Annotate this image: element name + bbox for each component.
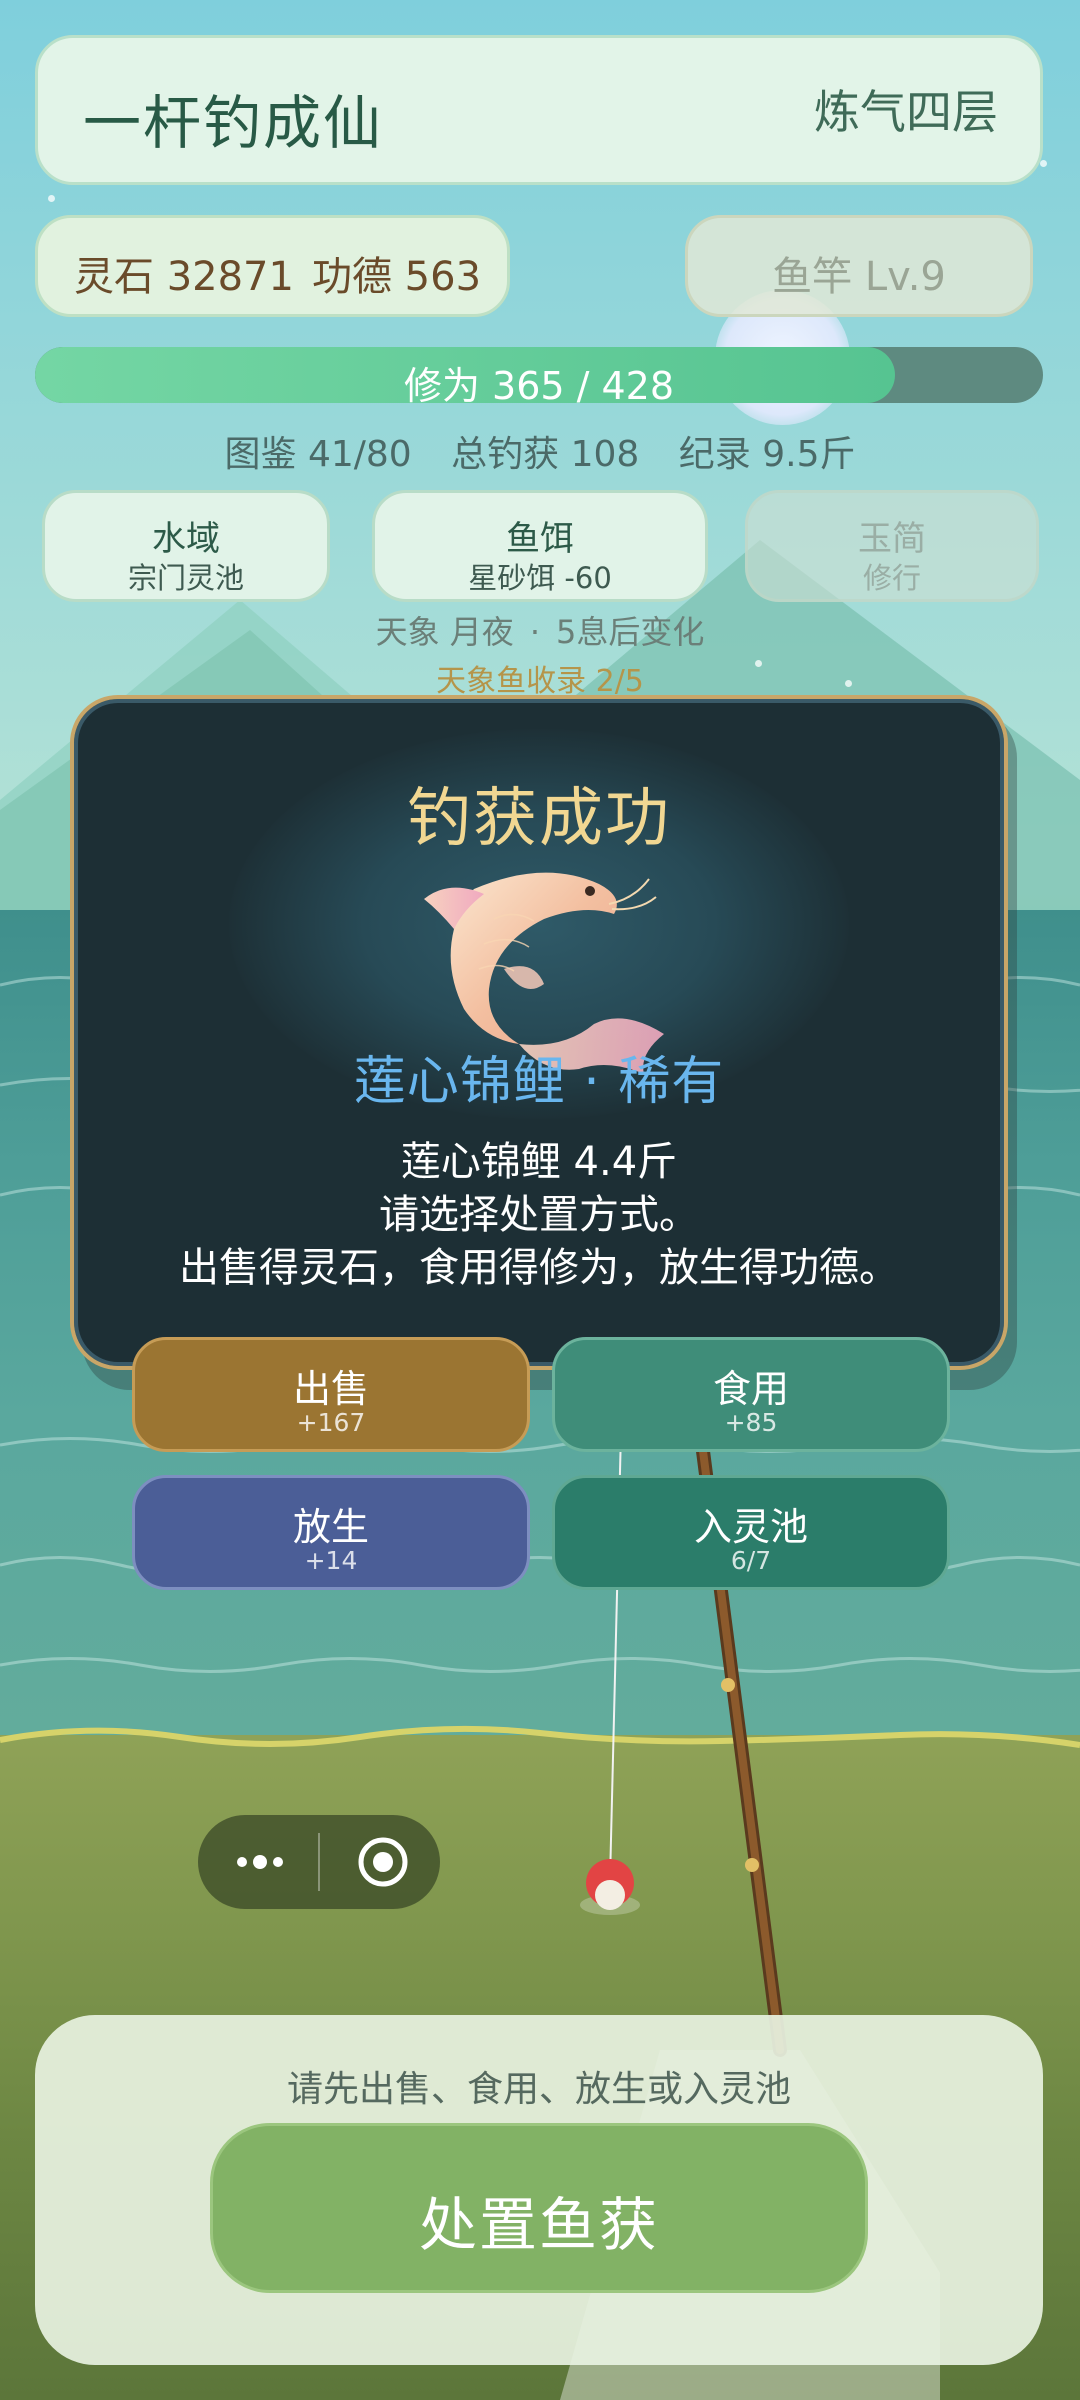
- release-button[interactable]: 放生 +14: [132, 1475, 530, 1590]
- weather-countdown: 5息后变化: [555, 613, 705, 651]
- action-hint: 请先出售、食用、放生或入灵池: [286, 2069, 791, 2110]
- rod-level-label: 鱼竿 Lv.9: [772, 254, 946, 300]
- eat-label: 食用: [712, 1367, 789, 1411]
- release-label: 放生: [292, 1505, 369, 1549]
- weather-info: 天象 月夜 · 5息后变化: [0, 607, 1080, 653]
- sell-label: 出售: [292, 1367, 369, 1411]
- weather-label: 天象 月夜: [375, 613, 514, 651]
- resource-card: 灵石 32871 功德 563: [35, 215, 510, 317]
- tab-bait[interactable]: 鱼饵 星砂饵 -60: [372, 490, 708, 602]
- target-close-icon[interactable]: [353, 1832, 413, 1892]
- fish-weight-text: 莲心锦鲤 4.4斤: [400, 1139, 678, 1185]
- eat-value: +85: [724, 1408, 778, 1437]
- tab-title: 玉简: [858, 519, 926, 559]
- rod-level-button[interactable]: 鱼竿 Lv.9: [685, 215, 1033, 317]
- capsule-divider: [318, 1833, 320, 1891]
- action-explanation-text: 出售得灵石，食用得修为，放生得功德。: [179, 1245, 899, 1291]
- tab-value: 修行: [862, 561, 921, 595]
- catalog-count: 图鉴 41/80: [224, 434, 412, 475]
- catch-dialog: 钓获成功 莲心锦鲤 · 稀有 莲心锦鲤 4.4斤 请选择处置方式。 出售得灵石，…: [70, 695, 1008, 1370]
- realm-level: 炼气四层: [814, 85, 998, 139]
- spirit-pool-capacity: 6/7: [730, 1546, 772, 1575]
- eat-button[interactable]: 食用 +85: [552, 1337, 950, 1452]
- weather-fish-collection: 天象鱼收录 2/5: [436, 664, 644, 699]
- summary-stats: 图鉴 41/80 总钓获 108 纪录 9.5斤: [0, 425, 1080, 477]
- spirit-pool-label: 入灵池: [693, 1505, 808, 1549]
- cultivation-progress-label: 修为 365 / 428: [403, 364, 675, 403]
- merit-count: 功德 563: [311, 254, 482, 300]
- title-card: 一杆钓成仙 炼气四层: [35, 35, 1043, 185]
- tab-title: 鱼饵: [506, 519, 574, 559]
- weight-record: 纪录 9.5斤: [678, 434, 856, 475]
- tab-water-area[interactable]: 水域 宗门灵池: [42, 490, 330, 602]
- sell-button[interactable]: 出售 +167: [132, 1337, 530, 1452]
- tab-jade-slip[interactable]: 玉简 修行: [745, 490, 1039, 602]
- tab-title: 水域: [152, 519, 220, 559]
- handle-catch-button[interactable]: 处置鱼获: [210, 2123, 868, 2293]
- tab-value: 宗门灵池: [127, 561, 244, 595]
- weather-separator: ·: [529, 613, 540, 651]
- tab-value: 星砂饵 -60: [468, 561, 612, 595]
- more-dots-icon[interactable]: [230, 1837, 290, 1887]
- game-title: 一杆钓成仙: [83, 89, 384, 157]
- total-catch: 总钓获 108: [451, 434, 640, 475]
- mini-program-capsule: [198, 1815, 440, 1909]
- spirit-stone-count: 灵石 32871: [74, 254, 294, 300]
- choose-action-text: 请选择处置方式。: [379, 1192, 699, 1238]
- fish-name-rarity: 莲心锦鲤 · 稀有: [353, 1052, 725, 1112]
- handle-catch-label: 处置鱼获: [418, 2191, 659, 2259]
- sell-value: +167: [296, 1408, 366, 1437]
- dialog-title: 钓获成功: [407, 782, 671, 856]
- bottom-panel: 请先出售、食用、放生或入灵池 处置鱼获: [35, 2015, 1043, 2365]
- release-value: +14: [304, 1546, 358, 1575]
- cultivation-progress-bar: 修为 365 / 428: [35, 347, 1043, 403]
- spirit-pool-button[interactable]: 入灵池 6/7: [552, 1475, 950, 1590]
